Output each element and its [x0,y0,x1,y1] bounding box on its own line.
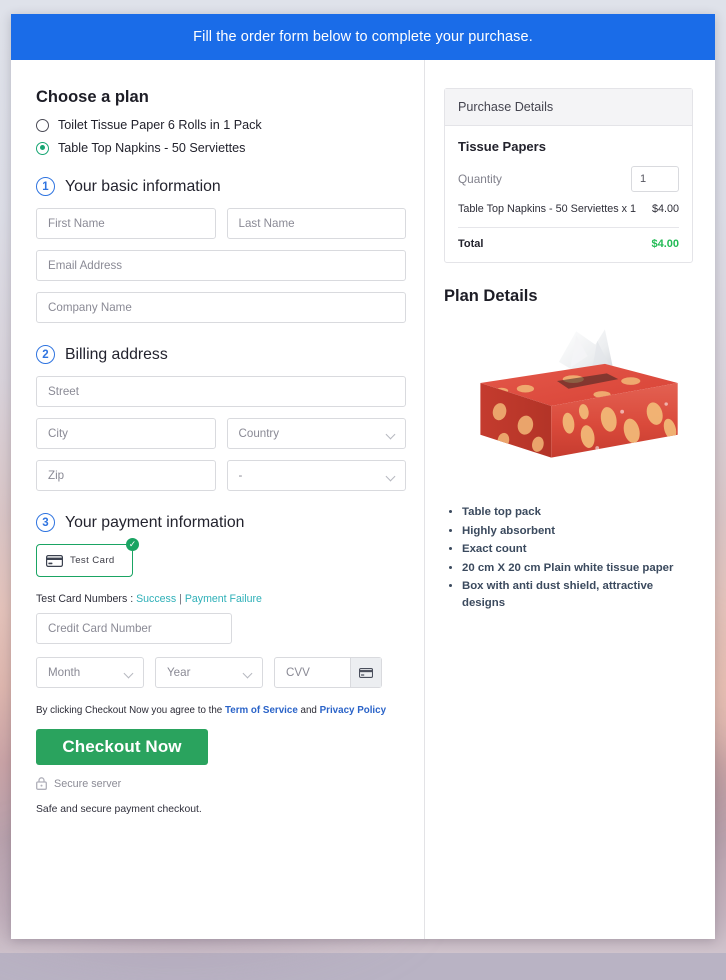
zip-state-row: Zip - [36,460,406,491]
cvv-card-icon [350,658,381,687]
banner-text: Fill the order form below to complete yo… [193,29,533,45]
step-3-header: 3 Your payment information [36,513,406,532]
year-select[interactable]: Year [155,657,263,688]
line-item-amount: $4.00 [651,203,679,215]
plan-option-label: Toilet Tissue Paper 6 Rolls in 1 Pack [58,118,262,132]
plan-details-heading: Plan Details [444,287,538,305]
quantity-label: Quantity [458,172,502,186]
name-row: First Name Last Name [36,208,406,239]
last-name-input[interactable]: Last Name [226,208,406,239]
country-select-value: Country [238,427,280,440]
test-card-method-option[interactable]: Test Card ✓ [36,538,139,577]
city-country-row: City Country [36,418,406,449]
plan-features-list: Table top pack Highly absorbent Exact co… [444,504,693,611]
terms-and: and [300,705,317,716]
terms-prefix: By clicking Checkout Now you agree to th… [36,705,223,716]
chevron-down-icon [385,471,396,482]
year-select-value: Year [167,666,191,679]
first-name-input[interactable]: First Name [36,208,216,239]
cvv-placeholder: CVV [286,666,310,679]
purchase-details-body: Tissue Papers Quantity 1 Table Top Napki… [445,126,692,262]
chevron-down-icon [242,668,253,679]
step-number-badge: 3 [36,513,55,532]
email-input[interactable]: Email Address [36,250,406,281]
card-number-row: Credit Card Number [36,613,406,644]
purchase-details-panel: Purchase Details Tissue Papers Quantity … [444,88,693,263]
month-select[interactable]: Month [36,657,144,688]
state-select[interactable]: - [226,460,406,491]
choose-plan-heading: Choose a plan [36,88,149,106]
page-banner: Fill the order form below to complete yo… [11,14,715,60]
safe-checkout-label: Safe and secure payment checkout. [36,804,202,815]
step-1-header: 1 Your basic information [36,177,406,196]
step-number-badge: 1 [36,177,55,196]
test-card-numbers-line: Test Card Numbers : Success | Payment Fa… [36,593,406,605]
zip-input[interactable]: Zip [36,460,216,491]
country-select[interactable]: Country [226,418,406,449]
list-item: Exact count [462,541,693,558]
credit-card-icon [46,554,63,567]
terms-of-service-link[interactable]: Term of Service [225,705,298,716]
city-input[interactable]: City [36,418,216,449]
total-row: Total $4.00 [458,238,679,250]
test-card-label: Test Card [70,555,115,566]
card-body: Choose a plan Toilet Tissue Paper 6 Roll… [11,60,715,939]
street-row: Street [36,376,406,407]
product-name: Tissue Papers [458,139,546,154]
plan-option-toilet-tissue[interactable]: Toilet Tissue Paper 6 Rolls in 1 Pack [36,118,406,132]
step-number-badge: 2 [36,345,55,364]
test-numbers-label: Test Card Numbers : [36,593,134,605]
total-amount: $4.00 [651,238,679,250]
list-item: 20 cm X 20 cm Plain white tissue paper [462,560,693,577]
summary-column: Purchase Details Tissue Papers Quantity … [425,60,715,939]
credit-card-number-input[interactable]: Credit Card Number [36,613,232,644]
list-item: Highly absorbent [462,523,693,540]
chevron-down-icon [123,668,134,679]
step-title: Your basic information [65,177,221,195]
checkout-card: Fill the order form below to complete yo… [11,14,715,939]
payment-failure-link[interactable]: Payment Failure [185,593,262,605]
month-select-value: Month [48,666,81,679]
step-2-header: 2 Billing address [36,345,406,364]
list-item: Table top pack [462,504,693,521]
terms-text: By clicking Checkout Now you agree to th… [36,705,406,716]
quantity-input[interactable]: 1 [631,166,679,192]
email-row: Email Address [36,250,406,281]
check-circle-icon: ✓ [126,538,139,551]
plan-option-table-napkins[interactable]: Table Top Napkins - 50 Serviettes [36,141,406,155]
street-input[interactable]: Street [36,376,406,407]
success-link[interactable]: Success [136,593,176,605]
line-item-row: Table Top Napkins - 50 Serviettes x 1 $4… [458,203,679,215]
product-image-tissue-box [480,329,678,458]
cvv-input[interactable]: CVV [274,657,382,688]
order-form-column: Choose a plan Toilet Tissue Paper 6 Roll… [11,60,424,939]
state-select-value: - [238,469,243,482]
purchase-details-header: Purchase Details [445,89,692,126]
checkout-now-button[interactable]: Checkout Now [36,729,208,765]
secure-server-row: Secure server [36,777,406,790]
summary-divider [458,227,679,228]
radio-icon-selected[interactable] [36,141,49,155]
plan-option-label: Table Top Napkins - 50 Serviettes [58,141,246,155]
list-item: Box with anti dust shield, attractive de… [462,578,693,611]
lock-icon [36,777,47,790]
step-title: Billing address [65,345,168,363]
secure-server-label: Secure server [54,777,122,790]
line-item-label: Table Top Napkins - 50 Serviettes x 1 [458,203,637,215]
quantity-row: Quantity 1 [458,166,679,192]
total-label: Total [458,238,484,250]
privacy-policy-link[interactable]: Privacy Policy [320,705,386,716]
chevron-down-icon [385,429,396,440]
step-title: Your payment information [65,513,245,531]
link-separator: | [179,593,182,605]
expiry-cvv-row: Month Year CVV [36,657,406,688]
company-row: Company Name [36,292,406,323]
company-input[interactable]: Company Name [36,292,406,323]
radio-icon-unselected[interactable] [36,118,49,132]
